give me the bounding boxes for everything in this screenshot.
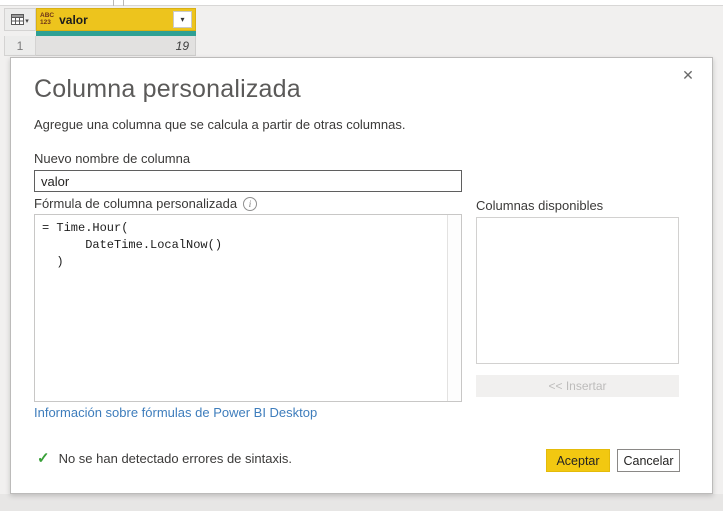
custom-formula-label: Fórmula de columna personalizada [34,196,238,211]
available-columns-label: Columnas disponibles [476,198,604,213]
syntax-status: ✓ No se han detectado errores de sintaxi… [37,449,292,467]
accept-button[interactable]: Aceptar [546,449,610,472]
column-header-valor[interactable]: ABC 123 valor ▾ [36,8,196,31]
chevron-down-icon: ▾ [180,14,185,24]
column-type-abc123-icon: ABC 123 [40,11,55,26]
dialog-subtitle: Agregue una columna que se calcula a par… [34,117,406,132]
info-icon[interactable]: i [243,196,258,211]
table-cell-value[interactable]: 19 [36,36,196,56]
dialog-title: Columna personalizada [34,75,301,103]
table-grid-icon [11,14,25,25]
top-divider [0,0,723,6]
page-background [0,494,723,511]
chevron-down-icon: ▾ [25,18,29,25]
top-tick [123,0,124,6]
formula-code-input[interactable]: = Time.Hour( DateTime.LocalNow() ) [35,215,447,401]
table-select-all-button[interactable]: ▾ [4,8,36,31]
column-name-label: valor [59,12,88,27]
check-icon: ✓ [37,450,50,467]
close-icon[interactable]: ✕ [678,65,698,85]
syntax-status-text: No se han detectado errores de sintaxis. [58,450,292,466]
query-table: ▾ ABC 123 valor ▾ 1 19 [4,8,196,56]
custom-column-dialog: ✕ Columna personalizada Agregue una colu… [10,57,713,494]
cancel-button[interactable]: Cancelar [617,449,680,472]
available-columns-listbox[interactable] [476,217,679,364]
formula-label-row: Fórmula de columna personalizada i [34,196,258,211]
formula-editor: = Time.Hour( DateTime.LocalNow() ) [34,214,462,402]
new-column-name-input[interactable] [34,170,462,192]
formula-scrollbar[interactable] [447,215,461,401]
new-column-name-label: Nuevo nombre de columna [34,151,191,166]
column-filter-button[interactable]: ▾ [173,11,192,28]
top-tick [113,0,114,6]
row-number: 1 [4,36,36,56]
insert-button[interactable]: << Insertar [476,375,679,397]
formulas-help-link[interactable]: Información sobre fórmulas de Power BI D… [34,405,317,420]
